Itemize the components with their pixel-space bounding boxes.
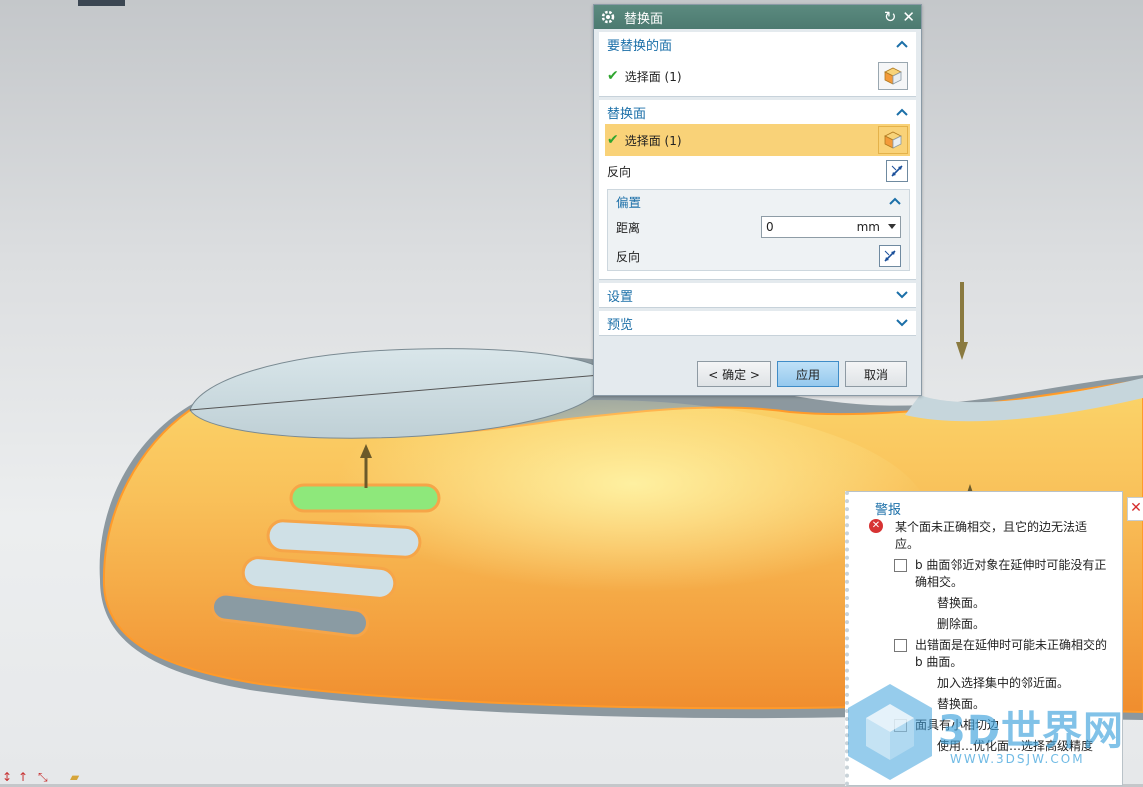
select-face-label: 选择面 (1) — [624, 69, 682, 84]
dialog-buttons: < 确定 > 应用 取消 — [594, 361, 921, 387]
alert-item1-sub1: 替换面。 — [937, 596, 986, 610]
group-header[interactable]: 要替换的面 — [599, 32, 916, 56]
chevron-down-icon[interactable] — [896, 319, 908, 327]
distance-value: 0 — [766, 220, 774, 234]
alert-item1-line1: b 曲面邻近对象在延伸时可能没有正 — [915, 558, 1107, 572]
ok-button[interactable]: < 确定 > — [697, 361, 771, 387]
alert-title: 警报 — [875, 503, 902, 518]
cube-icon — [884, 67, 902, 85]
alert-item2-line1: 出错面是在延伸时可能未正确相交的 — [915, 638, 1108, 652]
checkbox[interactable] — [894, 559, 907, 572]
alert-close-button[interactable]: ✕ — [1127, 497, 1143, 521]
subgroup-title: 偏置 — [616, 194, 642, 210]
group-faces-to-replace: 要替换的面 ✔ 选择面 (1) — [599, 32, 916, 97]
dialog-title-bar[interactable]: 替换面 ↻ ✕ — [594, 5, 921, 29]
checkbox[interactable] — [894, 639, 907, 652]
group-title: 设置 — [607, 289, 634, 305]
slot-highlighted — [289, 483, 441, 513]
alert-item2-line2: b 曲面。 — [915, 655, 963, 669]
group-header[interactable]: 替换面 — [599, 100, 916, 124]
group-preview: 预览 — [599, 311, 916, 336]
select-face-button[interactable] — [878, 126, 908, 154]
group-offset: 偏置 距离 0 mm 反向 — [607, 189, 910, 271]
group-title: 替换面 — [607, 106, 647, 122]
select-face-label: 选择面 (1) — [624, 133, 682, 148]
group-title: 预览 — [607, 317, 634, 333]
error-message-line2: 应。 — [895, 537, 920, 551]
distance-label: 距离 — [616, 220, 641, 235]
watermark: 3D世界网 WWW.3DSJW.COM — [840, 680, 1143, 784]
dropdown-arrow-icon[interactable] — [888, 224, 896, 230]
distance-unit: mm — [856, 220, 880, 234]
error-message-line1: 某个面未正确相交，且它的边无法适 — [895, 520, 1088, 534]
watermark-text: 3D世界网 — [938, 708, 1125, 754]
reset-icon[interactable]: ↻ — [884, 9, 897, 25]
group-header[interactable]: 设置 — [599, 283, 916, 307]
slot-2 — [266, 519, 422, 559]
group-header[interactable]: 预览 — [599, 311, 916, 335]
pointer-icon[interactable]: ↑ — [18, 770, 28, 784]
chevron-up-icon[interactable] — [896, 108, 908, 116]
distance-row: 距离 0 mm — [608, 212, 909, 242]
offset-reverse-button[interactable] — [879, 245, 901, 267]
chevron-up-icon[interactable] — [896, 40, 908, 48]
reverse-direction-icon — [891, 165, 903, 177]
reverse-label: 反向 — [616, 249, 641, 264]
watermark-url: WWW.3DSJW.COM — [950, 752, 1085, 766]
cancel-button[interactable]: 取消 — [845, 361, 907, 387]
select-face-row-active[interactable]: ✔ 选择面 (1) — [605, 124, 910, 156]
reverse-direction-icon — [884, 250, 896, 262]
chevron-up-icon[interactable] — [889, 197, 901, 205]
reverse-label: 反向 — [607, 164, 632, 179]
dialog-title: 替换面 — [624, 11, 664, 27]
check-icon: ✔ — [607, 68, 619, 84]
group-replacement-face: 替换面 ✔ 选择面 (1) 反向 偏置 距离 0 mm 反向 — [599, 100, 916, 280]
axis-icon[interactable]: ↕ — [2, 770, 12, 784]
close-icon[interactable]: ✕ — [902, 9, 915, 25]
snap-icon[interactable]: ⤡ — [38, 770, 48, 785]
select-face-row[interactable]: ✔ 选择面 (1) — [599, 56, 916, 96]
distance-input[interactable]: 0 mm — [761, 216, 901, 238]
select-face-button[interactable] — [878, 62, 908, 90]
chevron-down-icon[interactable] — [896, 291, 908, 299]
reverse-direction-button[interactable] — [886, 160, 908, 182]
group-title: 要替换的面 — [607, 38, 673, 54]
gear-icon — [601, 10, 615, 24]
replace-face-dialog: 替换面 ↻ ✕ 要替换的面 ✔ 选择面 (1) 替换面 ✔ 选择面 (1) 反向… — [593, 4, 922, 396]
cube-icon — [884, 131, 902, 149]
subgroup-header[interactable]: 偏置 — [608, 190, 909, 212]
direction-arrow-2 — [956, 282, 968, 360]
alert-item1-sub2: 删除面。 — [937, 617, 986, 631]
group-settings: 设置 — [599, 283, 916, 308]
check-icon: ✔ — [607, 132, 619, 148]
reverse-direction-row: 反向 — [599, 156, 916, 186]
alert-item1-line2: 确相交。 — [915, 575, 964, 589]
offset-reverse-row: 反向 — [608, 242, 909, 270]
bottom-toolbar: ↕ ↑ ⤡ ▰ — [0, 768, 120, 784]
error-icon: ✕ — [869, 519, 883, 533]
folder-icon[interactable]: ▰ — [70, 770, 79, 784]
apply-button[interactable]: 应用 — [777, 361, 839, 387]
